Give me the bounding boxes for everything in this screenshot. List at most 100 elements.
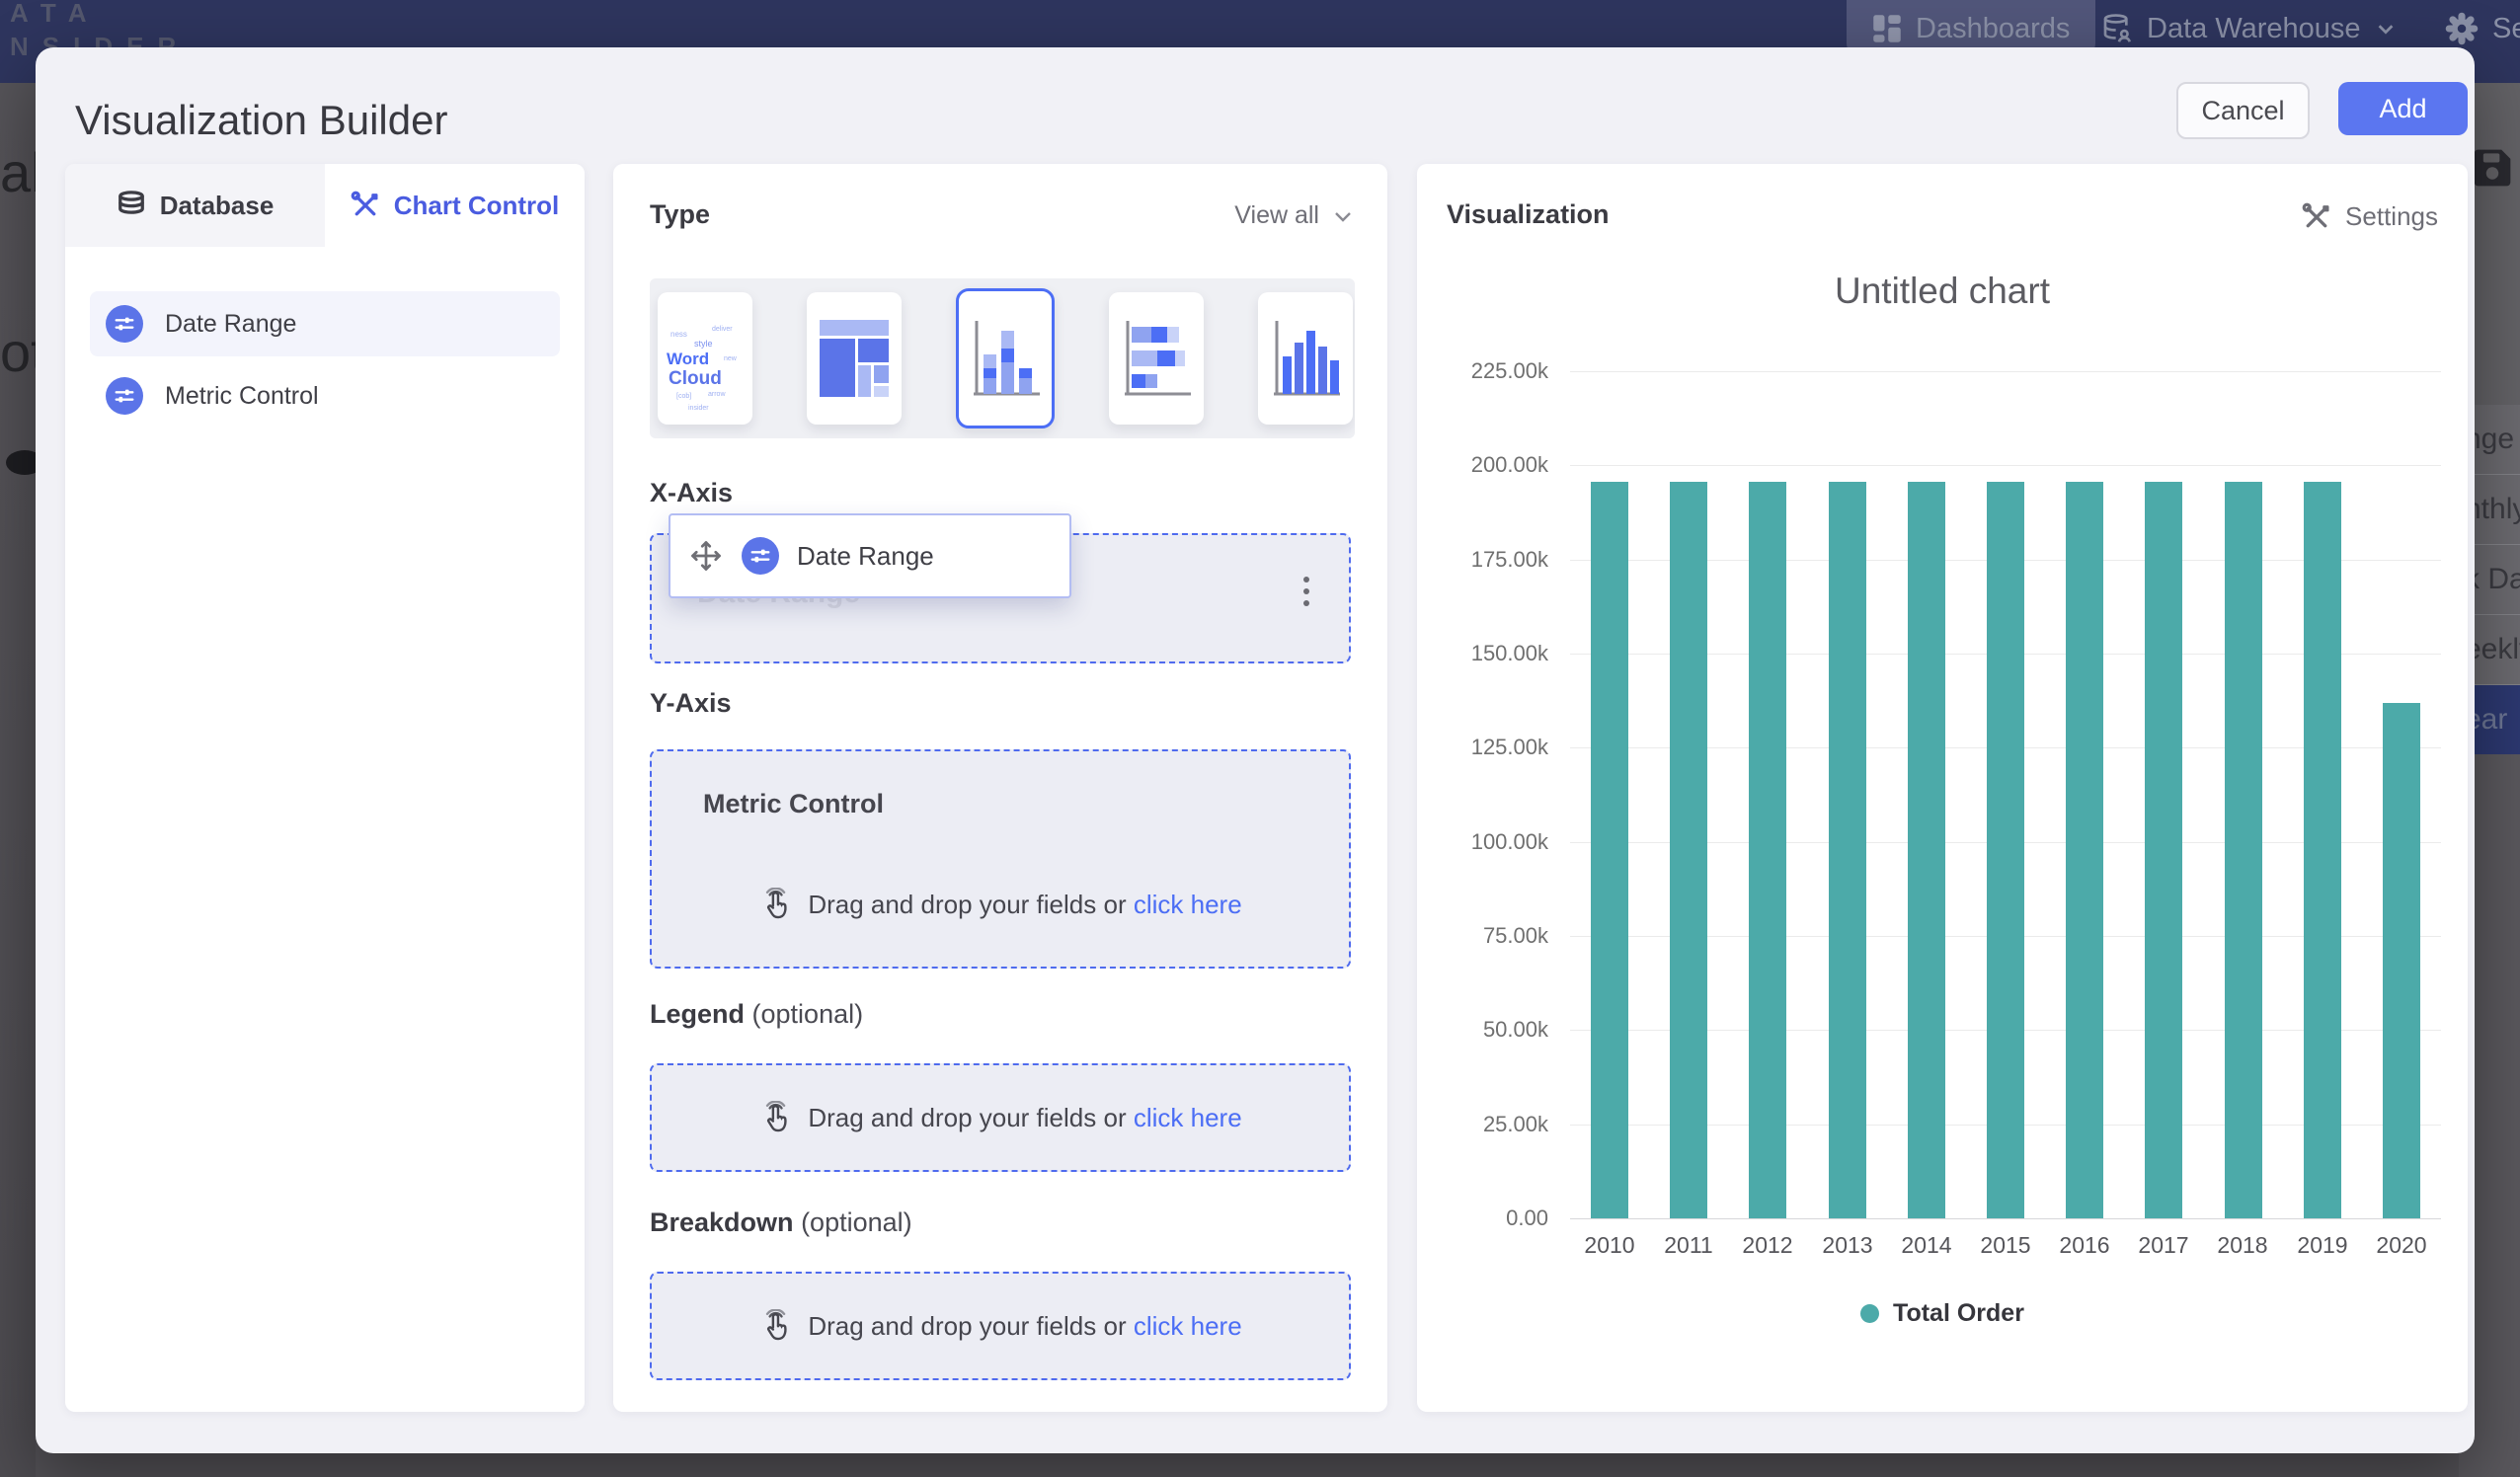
gridline: [1570, 1218, 2441, 1219]
breakdown-heading: Breakdown (optional): [650, 1207, 912, 1238]
y-axis-tick-label: 150.00k: [1420, 641, 1548, 666]
field-item-label: Metric Control: [165, 382, 319, 411]
gridline: [1570, 371, 2441, 372]
chart-type-stacked-bar[interactable]: [1109, 292, 1204, 425]
chip-label: Date Range: [797, 541, 934, 572]
bar-2017: [2145, 482, 2182, 1218]
svg-text:arrow: arrow: [708, 391, 726, 398]
x-axis-heading: X-Axis: [650, 478, 733, 508]
y-axis-tick-label: 50.00k: [1420, 1017, 1548, 1043]
drag-drop-text: Drag and drop your fields or: [808, 890, 1126, 919]
hand-tap-icon: [758, 1101, 792, 1134]
chart-type-column[interactable]: [1258, 292, 1353, 425]
visualization-builder-modal: Visualization Builder Cancel Add Databas…: [36, 47, 2475, 1453]
visualization-panel: Visualization Settings Untitled chart 22…: [1417, 164, 2468, 1412]
chart-type-treemap[interactable]: [807, 292, 902, 425]
dashboards-grid-icon: [1872, 14, 1902, 43]
field-item-date-range[interactable]: Date Range: [90, 291, 560, 356]
tab-database-label: Database: [160, 191, 275, 221]
click-here-link[interactable]: click here: [1134, 1103, 1242, 1132]
bar-2011: [1670, 482, 1707, 1218]
background-text-glimpse: ale: [0, 140, 36, 204]
x-axis-tick-label: 2011: [1649, 1232, 1728, 1259]
bar-2016: [2066, 482, 2103, 1218]
hand-tap-icon: [758, 888, 792, 921]
x-axis-tick-label: 2017: [2124, 1232, 2203, 1259]
database-warehouse-icon: [2101, 13, 2133, 44]
legend-dropzone[interactable]: Drag and drop your fields or click here: [650, 1063, 1351, 1172]
svg-text:style: style: [694, 339, 713, 349]
tab-database[interactable]: Database: [65, 164, 325, 247]
y-axis-tick-label: 200.00k: [1420, 452, 1548, 478]
bar-2013: [1829, 482, 1866, 1218]
tab-chart-control-label: Chart Control: [394, 191, 560, 221]
drag-drop-text: Drag and drop your fields or: [808, 1103, 1126, 1132]
bar-2019: [2304, 482, 2341, 1218]
date-range-chip[interactable]: Date Range: [669, 513, 1071, 598]
svg-text:Cloud: Cloud: [669, 368, 722, 389]
add-button[interactable]: Add: [2338, 82, 2468, 135]
background-text-glimpse: ota: [0, 320, 36, 384]
chart-type-stacked-column[interactable]: [956, 288, 1055, 428]
x-axis-tick-label: 2013: [1808, 1232, 1887, 1259]
builder-panel: Type View all ness deliver style Word ne…: [613, 164, 1387, 1412]
database-icon: [117, 190, 146, 221]
svg-text:ness: ness: [670, 330, 687, 339]
gear-icon: [2445, 12, 2479, 45]
chart-title: Untitled chart: [1417, 271, 2468, 312]
nav-data-warehouse-label: Data Warehouse: [2147, 13, 2361, 45]
chevron-down-icon: [2375, 18, 2397, 39]
view-all-dropdown[interactable]: View all: [1234, 201, 1355, 230]
breakdown-dropzone[interactable]: Drag and drop your fields or click here: [650, 1272, 1351, 1380]
y-axis-zone-title: Metric Control: [703, 789, 884, 819]
y-axis-tick-label: 225.00k: [1420, 358, 1548, 384]
bar-2020: [2383, 703, 2420, 1218]
x-axis-tick-label: 2010: [1570, 1232, 1649, 1259]
chart-type-list: ness deliver style Word new Cloud [cob] …: [650, 278, 1355, 438]
kebab-menu-icon[interactable]: [1303, 577, 1309, 606]
chevron-down-icon: [1331, 204, 1355, 228]
sliders-icon: [106, 377, 143, 415]
hand-tap-icon: [758, 1309, 792, 1343]
y-axis-dropzone[interactable]: Metric Control Drag and drop your fields…: [650, 749, 1351, 969]
chart-settings-button[interactable]: Settings: [2302, 201, 2438, 232]
x-axis-tick-label: 2019: [2283, 1232, 2362, 1259]
nav-settings-label: Settings: [2492, 13, 2520, 45]
y-axis-tick-label: 25.00k: [1420, 1112, 1548, 1137]
bar-2010: [1591, 482, 1628, 1218]
modal-title: Visualization Builder: [75, 97, 447, 144]
legend-marker: [1860, 1304, 1879, 1323]
gridline: [1570, 465, 2441, 466]
y-axis-heading: Y-Axis: [650, 688, 732, 719]
y-axis-tick-label: 100.00k: [1420, 829, 1548, 855]
type-section-heading: Type: [650, 199, 710, 230]
background-bullet-dot: [6, 450, 36, 475]
y-axis-tick-label: 0.00: [1420, 1205, 1548, 1231]
view-all-label: View all: [1234, 201, 1319, 230]
svg-text:deliver: deliver: [712, 326, 733, 333]
x-axis-dropzone[interactable]: Date Range Date Range: [650, 533, 1351, 663]
nav-dashboards-label: Dashboards: [1916, 13, 2070, 45]
field-item-label: Date Range: [165, 310, 296, 339]
chart-legend[interactable]: Total Order: [1417, 1299, 2468, 1328]
save-icon: [2471, 146, 2514, 190]
y-axis-tick-label: 75.00k: [1420, 923, 1548, 949]
x-axis-tick-label: 2016: [2045, 1232, 2124, 1259]
legend-heading: Legend (optional): [650, 999, 863, 1030]
fields-panel-tabs: Database Chart Control: [65, 164, 585, 247]
click-here-link[interactable]: click here: [1134, 890, 1242, 919]
field-item-metric-control[interactable]: Metric Control: [90, 363, 560, 428]
sliders-icon: [742, 537, 779, 575]
tab-chart-control[interactable]: Chart Control: [325, 164, 585, 247]
x-axis-tick-label: 2012: [1728, 1232, 1807, 1259]
legend-series-label: Total Order: [1893, 1299, 2024, 1328]
svg-text:[cob]: [cob]: [676, 393, 691, 400]
sliders-icon: [106, 305, 143, 343]
cancel-button[interactable]: Cancel: [2176, 82, 2310, 139]
chart-type-wordcloud[interactable]: ness deliver style Word new Cloud [cob] …: [658, 292, 752, 425]
tools-icon: [351, 191, 380, 220]
click-here-link[interactable]: click here: [1134, 1311, 1242, 1341]
bar-2018: [2225, 482, 2262, 1218]
visualization-heading: Visualization: [1447, 199, 1610, 230]
drag-drop-text: Drag and drop your fields or: [808, 1311, 1126, 1341]
